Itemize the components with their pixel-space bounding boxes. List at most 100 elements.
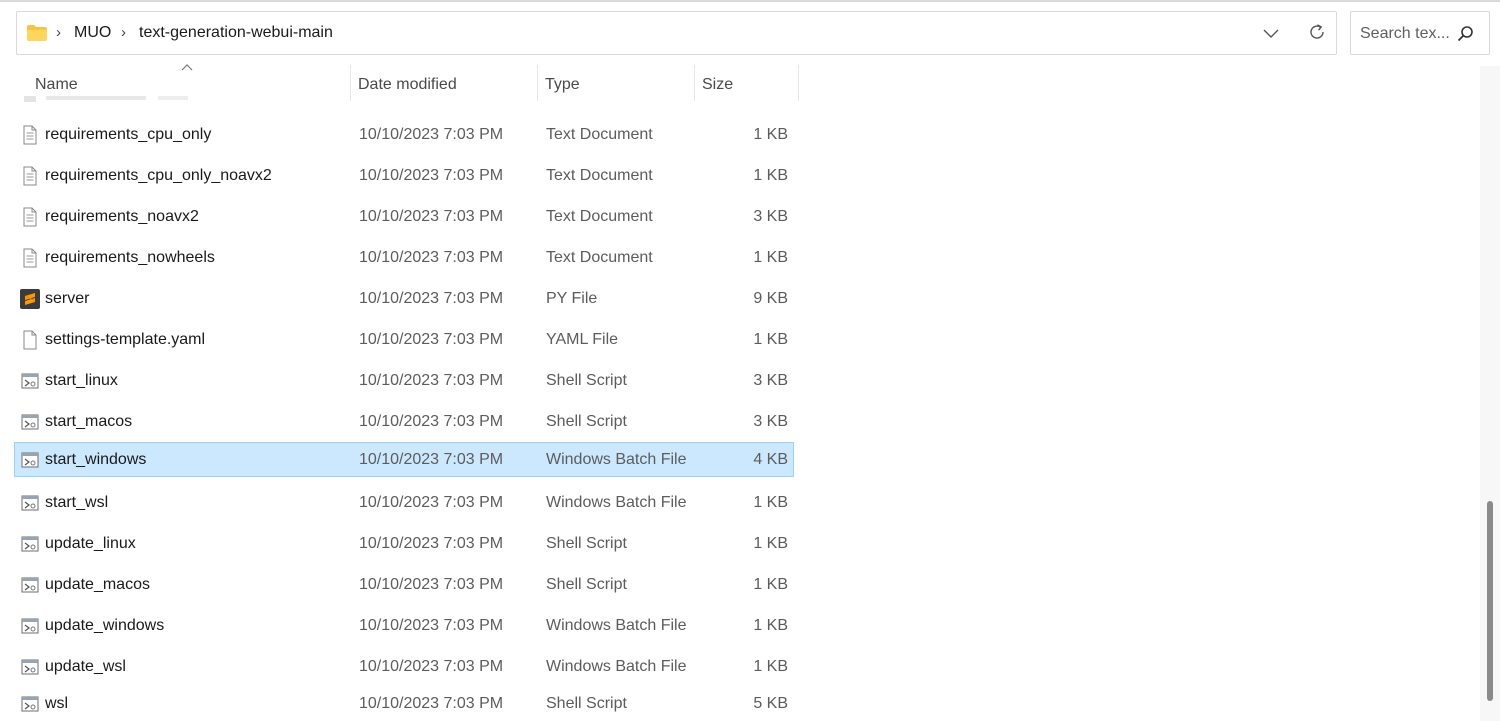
breadcrumb-muo[interactable]: MUO <box>74 24 111 42</box>
script-file-icon <box>21 452 39 468</box>
file-name: update_macos <box>45 576 150 593</box>
file-size: 1 KB <box>753 535 788 552</box>
file-size: 1 KB <box>753 331 788 348</box>
file-name: settings-template.yaml <box>45 331 206 348</box>
script-file-icon <box>21 696 39 712</box>
column-header-type[interactable]: Type <box>537 65 694 105</box>
file-row[interactable]: requirements_cpu_only_noavx2 10/10/2023 … <box>14 158 794 193</box>
text-file-icon <box>23 248 37 268</box>
file-row[interactable]: wsl 10/10/2023 7:03 PM Shell Script 5 KB <box>14 686 794 721</box>
file-type: Windows Batch File <box>546 617 687 634</box>
file-size: 9 KB <box>753 290 788 307</box>
file-size: 1 KB <box>753 126 788 143</box>
file-row[interactable]: start_wsl 10/10/2023 7:03 PM Windows Bat… <box>14 485 794 520</box>
file-name: start_linux <box>45 372 118 389</box>
file-row[interactable]: requirements_noavx2 10/10/2023 7:03 PM T… <box>14 199 794 234</box>
file-date-modified: 10/10/2023 7:03 PM <box>359 249 504 266</box>
blank-file-icon <box>23 330 37 350</box>
file-date-modified: 10/10/2023 7:03 PM <box>359 658 504 675</box>
script-file-icon <box>21 536 39 552</box>
file-type: Shell Script <box>546 413 627 430</box>
script-file-icon <box>21 373 39 389</box>
file-type: YAML File <box>546 331 619 348</box>
file-name: start_wsl <box>45 494 109 511</box>
file-name: requirements_cpu_only <box>45 126 212 143</box>
address-bar[interactable]: › MUO › text-generation-webui-main <box>16 11 1337 55</box>
chevron-down-icon[interactable] <box>1262 24 1280 42</box>
file-row-selected[interactable]: start_windows 10/10/2023 7:03 PM Windows… <box>14 442 794 477</box>
file-row[interactable]: start_linux 10/10/2023 7:03 PM Shell Scr… <box>14 363 794 398</box>
file-name: update_linux <box>45 535 136 552</box>
file-name: update_windows <box>45 617 165 634</box>
file-row[interactable]: requirements_nowheels 10/10/2023 7:03 PM… <box>14 240 794 275</box>
file-date-modified: 10/10/2023 7:03 PM <box>359 576 504 593</box>
file-size: 3 KB <box>753 208 788 225</box>
search-box[interactable]: Search tex... <box>1350 11 1490 55</box>
file-row[interactable]: requirements_cpu_only 10/10/2023 7:03 PM… <box>14 117 794 152</box>
file-type: Text Document <box>546 208 653 225</box>
file-type: Shell Script <box>546 576 627 593</box>
text-file-icon <box>23 166 37 186</box>
refresh-icon[interactable] <box>1307 22 1327 42</box>
file-date-modified: 10/10/2023 7:03 PM <box>359 695 504 712</box>
folder-icon <box>27 25 47 41</box>
breadcrumb-separator: › <box>121 24 126 41</box>
file-date-modified: 10/10/2023 7:03 PM <box>359 126 504 143</box>
file-type: Shell Script <box>546 695 627 712</box>
file-size: 5 KB <box>753 695 788 712</box>
file-size: 3 KB <box>753 372 788 389</box>
file-row[interactable]: settings-template.yaml 10/10/2023 7:03 P… <box>14 322 794 357</box>
file-row[interactable]: update_windows 10/10/2023 7:03 PM Window… <box>14 608 794 643</box>
file-type: Windows Batch File <box>546 658 687 675</box>
file-type: Text Document <box>546 167 653 184</box>
file-name: server <box>45 290 90 307</box>
file-size: 1 KB <box>753 249 788 266</box>
file-size: 1 KB <box>753 658 788 675</box>
file-row[interactable]: update_linux 10/10/2023 7:03 PM Shell Sc… <box>14 526 794 561</box>
file-size: 1 KB <box>753 167 788 184</box>
file-date-modified: 10/10/2023 7:03 PM <box>359 372 504 389</box>
file-row[interactable]: server 10/10/2023 7:03 PM PY File 9 KB <box>14 281 794 316</box>
file-size: 1 KB <box>753 617 788 634</box>
search-input[interactable]: Search tex... <box>1360 25 1450 43</box>
file-name: requirements_nowheels <box>45 249 215 266</box>
file-name: requirements_cpu_only_noavx2 <box>45 167 272 184</box>
file-date-modified: 10/10/2023 7:03 PM <box>359 331 504 348</box>
file-type: Windows Batch File <box>546 494 687 511</box>
script-file-icon <box>21 414 39 430</box>
breadcrumb-current-folder[interactable]: text-generation-webui-main <box>139 24 333 42</box>
file-name: start_windows <box>45 451 147 468</box>
file-name: start_macos <box>45 413 133 430</box>
file-type: Shell Script <box>546 372 627 389</box>
file-row[interactable]: start_macos 10/10/2023 7:03 PM Shell Scr… <box>14 404 794 439</box>
file-name: update_wsl <box>45 658 126 675</box>
breadcrumb-separator: › <box>56 24 61 41</box>
partially-hidden-row <box>24 96 188 102</box>
file-row[interactable]: update_wsl 10/10/2023 7:03 PM Windows Ba… <box>14 649 794 684</box>
file-date-modified: 10/10/2023 7:03 PM <box>359 535 504 552</box>
file-date-modified: 10/10/2023 7:03 PM <box>359 494 504 511</box>
script-file-icon <box>21 577 39 593</box>
file-date-modified: 10/10/2023 7:03 PM <box>359 451 504 468</box>
script-file-icon <box>21 659 39 675</box>
script-file-icon <box>21 495 39 511</box>
file-row[interactable]: update_macos 10/10/2023 7:03 PM Shell Sc… <box>14 567 794 602</box>
text-file-icon <box>23 207 37 227</box>
file-type: Text Document <box>546 249 653 266</box>
file-type: Windows Batch File <box>546 451 687 468</box>
file-size: 3 KB <box>753 413 788 430</box>
file-type: Text Document <box>546 126 653 143</box>
scrollbar-thumb[interactable] <box>1487 501 1493 701</box>
file-size: 1 KB <box>753 494 788 511</box>
vertical-scrollbar[interactable] <box>1480 66 1500 721</box>
file-date-modified: 10/10/2023 7:03 PM <box>359 290 504 307</box>
column-divider[interactable] <box>798 65 799 101</box>
column-header-size[interactable]: Size <box>694 65 798 105</box>
window-top-edge <box>0 0 1500 2</box>
column-header-date-modified[interactable]: Date modified <box>350 65 537 105</box>
file-size: 1 KB <box>753 576 788 593</box>
file-date-modified: 10/10/2023 7:03 PM <box>359 413 504 430</box>
file-name: wsl <box>45 695 69 712</box>
file-date-modified: 10/10/2023 7:03 PM <box>359 617 504 634</box>
search-icon[interactable] <box>1457 25 1474 42</box>
